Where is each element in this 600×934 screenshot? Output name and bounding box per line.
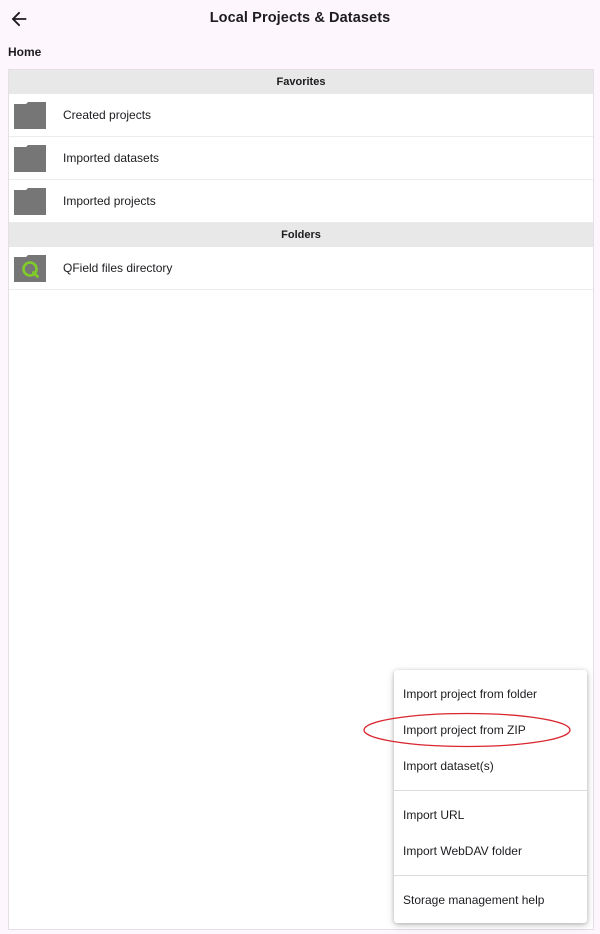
menu-item-import-project-from-zip[interactable]: Import project from ZIP	[394, 713, 587, 747]
list-item-label: Imported datasets	[63, 151, 160, 165]
folders-header: Folders	[9, 223, 593, 247]
menu-item-storage-management-help[interactable]: Storage management help	[394, 883, 587, 917]
qfield-folder-icon	[14, 254, 46, 282]
list-item-created-projects[interactable]: Created projects	[9, 94, 593, 137]
menu-item-import-datasets[interactable]: Import dataset(s)	[394, 749, 587, 783]
menu-item-import-url[interactable]: Import URL	[394, 798, 587, 832]
list-item-label: QField files directory	[63, 261, 173, 275]
menu-divider	[394, 875, 587, 876]
list-item-label: Created projects	[63, 108, 152, 122]
folder-icon	[14, 187, 46, 215]
menu-divider	[394, 790, 587, 791]
favorites-header: Favorites	[9, 70, 593, 94]
page-title: Local Projects & Datasets	[209, 10, 391, 26]
list-item-qfield-files-directory[interactable]: QField files directory	[9, 247, 593, 290]
menu-item-import-webdav-folder[interactable]: Import WebDAV folder	[394, 834, 587, 868]
breadcrumb[interactable]: Home	[8, 45, 41, 59]
top-app-bar: Local Projects & Datasets	[0, 0, 600, 40]
folder-icon	[14, 101, 46, 129]
folder-icon	[14, 144, 46, 172]
list-item-imported-projects[interactable]: Imported projects	[9, 180, 593, 223]
list-item-imported-datasets[interactable]: Imported datasets	[9, 137, 593, 180]
list-item-label: Imported projects	[63, 194, 156, 208]
import-menu: Import project from folder Import projec…	[394, 670, 587, 923]
menu-item-import-project-from-folder[interactable]: Import project from folder	[394, 677, 587, 711]
